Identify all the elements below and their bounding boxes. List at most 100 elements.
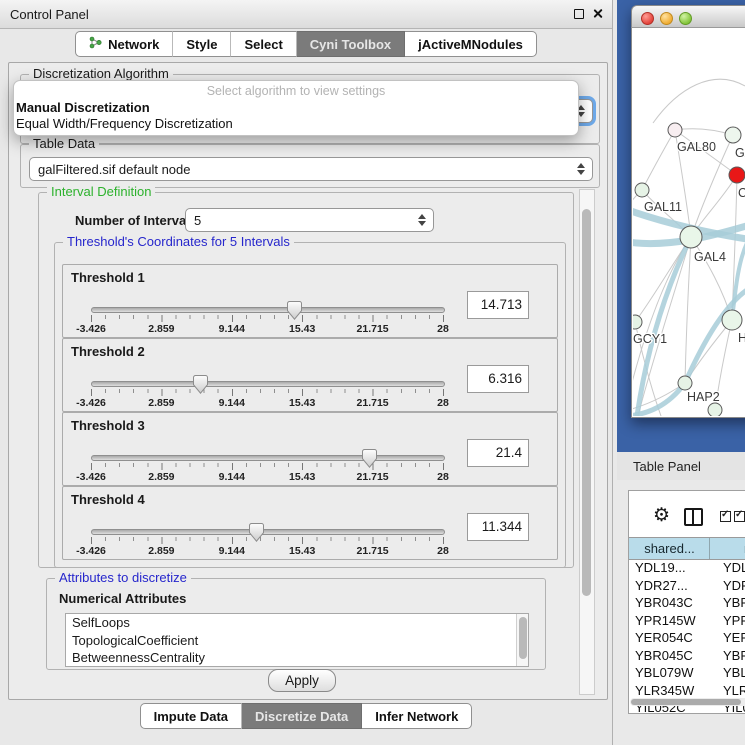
slider-thumb[interactable]: [287, 301, 302, 320]
list-item[interactable]: SelfLoops: [66, 614, 528, 632]
network-node-gal4[interactable]: [680, 226, 702, 248]
tab-cyni-toolbox[interactable]: Cyni Toolbox: [297, 31, 405, 57]
content-scrollbar[interactable]: [579, 189, 595, 695]
table-row[interactable]: YBL079W YBL0: [629, 664, 745, 682]
network-node-h[interactable]: [722, 310, 742, 330]
tick-label: 28: [437, 397, 449, 409]
network-view-window[interactable]: GAL80 GA C GAL11 GAL4 GCY1 H HAP2: [631, 5, 745, 418]
table-cell[interactable]: YPR1: [723, 612, 745, 630]
tick-label: 2.859: [148, 397, 174, 409]
table-data-combobox[interactable]: galFiltered.sif default node: [29, 157, 593, 181]
table-cell[interactable]: YBR0: [723, 647, 745, 665]
tab-jactivemnodules[interactable]: jActiveMNodules: [405, 31, 537, 57]
table-row[interactable]: YDR27... YDR2: [629, 577, 745, 595]
tab-select[interactable]: Select: [231, 31, 296, 57]
table-horizontal-scrollbar[interactable]: [630, 698, 745, 706]
table-cell[interactable]: YBR0: [723, 594, 745, 612]
network-node-red[interactable]: [729, 167, 745, 183]
scrollbar-thumb[interactable]: [519, 617, 527, 659]
table-cell[interactable]: YBR045C: [635, 647, 693, 665]
tab-style[interactable]: Style: [173, 31, 231, 57]
tab-infer-network[interactable]: Infer Network: [362, 703, 472, 729]
threshold-4-value-field[interactable]: 11.344: [467, 513, 529, 541]
table-row[interactable]: YBR045C YBR0: [629, 647, 745, 665]
table-cell[interactable]: YER054C: [635, 629, 693, 647]
threshold-1-panel: Threshold 1 -3.426 2.859 9.144 15.43 21.…: [62, 264, 558, 338]
popup-option-equal-width[interactable]: Equal Width/Frequency Discretization: [16, 116, 233, 131]
tab-discretize-data[interactable]: Discretize Data: [242, 703, 362, 729]
table-cell[interactable]: YBR043C: [635, 594, 693, 612]
list-item[interactable]: TopologicalCoefficient: [66, 632, 528, 650]
table-cell[interactable]: YBL079W: [635, 664, 694, 682]
threshold-4-slider[interactable]: -3.426 2.859 9.144 15.43 21.715 28: [91, 523, 443, 557]
tab-label: Discretize Data: [255, 709, 348, 724]
network-node-ga[interactable]: [725, 127, 741, 143]
table-cell[interactable]: YPR145W: [635, 612, 696, 630]
column-header-name[interactable]: na: [710, 538, 745, 559]
threshold-1-slider[interactable]: -3.426 2.859 9.144 15.43 21.715 28: [91, 301, 443, 335]
minimize-traffic-light-icon[interactable]: [660, 12, 673, 25]
num-intervals-combobox[interactable]: 5: [185, 208, 434, 232]
float-window-icon[interactable]: [574, 9, 584, 19]
close-traffic-light-icon[interactable]: [641, 12, 654, 25]
table-row[interactable]: YLR345W YLR3: [629, 682, 745, 700]
slider-track[interactable]: [91, 307, 445, 313]
threshold-1-value-field[interactable]: 14.713: [467, 291, 529, 319]
popup-option-manual[interactable]: Manual Discretization: [16, 100, 150, 115]
table-row[interactable]: YPR145W YPR1: [629, 612, 745, 630]
network-canvas[interactable]: GAL80 GA C GAL11 GAL4 GCY1 H HAP2: [631, 28, 745, 418]
table-row[interactable]: YDL19... YDL1: [629, 559, 745, 577]
gear-icon[interactable]: ⚙: [653, 506, 670, 525]
network-node-bottom[interactable]: [708, 403, 722, 416]
table-row[interactable]: YER054C YER0: [629, 629, 745, 647]
threshold-2-value-field[interactable]: 6.316: [467, 365, 529, 393]
tick-label: -3.426: [76, 471, 106, 483]
network-node-gcy1[interactable]: [633, 315, 642, 329]
threshold-title: Threshold 4: [71, 492, 145, 507]
slider-track[interactable]: [91, 381, 445, 387]
checkbox-icon[interactable]: [734, 511, 745, 522]
list-item[interactable]: BetweennessCentrality: [66, 649, 528, 667]
scrollbar-thumb[interactable]: [582, 209, 591, 596]
network-node-gal80[interactable]: [668, 123, 682, 137]
column-header-shared[interactable]: shared...: [630, 538, 710, 559]
threshold-3-slider[interactable]: -3.426 2.859 9.144 15.43 21.715 28: [91, 449, 443, 483]
network-node-hap2[interactable]: [678, 376, 692, 390]
table-cell[interactable]: YDL19...: [635, 559, 686, 577]
table-cell[interactable]: YDL1: [723, 559, 745, 577]
tab-network[interactable]: Network: [75, 31, 173, 57]
slider-thumb[interactable]: [362, 449, 377, 468]
node-table-card: ⚙ shared... na YDL19...YDL1 YDR27...YDR2…: [628, 490, 745, 714]
slider-thumb[interactable]: [193, 375, 208, 394]
network-node-gal11[interactable]: [635, 183, 649, 197]
slider-track[interactable]: [91, 455, 445, 461]
table-cell[interactable]: YLR3: [723, 682, 745, 700]
slider-thumb[interactable]: [249, 523, 264, 542]
slider-track[interactable]: [91, 529, 445, 535]
table-cell[interactable]: YDR2: [723, 577, 745, 595]
threshold-2-slider[interactable]: -3.426 2.859 9.144 15.43 21.715 28: [91, 375, 443, 409]
tab-label: Network: [108, 37, 159, 52]
network-window-titlebar[interactable]: [631, 5, 745, 28]
close-icon[interactable]: [592, 8, 603, 19]
split-columns-icon[interactable]: [684, 508, 703, 526]
threshold-3-panel: Threshold 3 -3.426 2.859 9.144 15.43 21.…: [62, 412, 558, 486]
tick-label: 9.144: [219, 471, 245, 483]
scrollbar-thumb[interactable]: [631, 699, 741, 705]
numerical-attributes-list[interactable]: SelfLoops TopologicalCoefficient Between…: [65, 613, 529, 667]
maximize-traffic-light-icon[interactable]: [679, 12, 692, 25]
list-scrollbar[interactable]: [516, 614, 528, 666]
apply-button[interactable]: Apply: [268, 669, 336, 692]
table-rows: YDL19... YDL1 YDR27... YDR2 YBR043C YBR0 YP…: [629, 559, 745, 717]
table-cell[interactable]: YER0: [723, 629, 745, 647]
tick-label: 9.144: [219, 397, 245, 409]
table-cell[interactable]: YBL0: [723, 664, 745, 682]
tab-impute-data[interactable]: Impute Data: [140, 703, 242, 729]
table-cell[interactable]: YDR27...: [635, 577, 688, 595]
tick-label: 15.43: [289, 397, 315, 409]
table-row[interactable]: YBR043C YBR0: [629, 594, 745, 612]
checkbox-icon[interactable]: [720, 511, 731, 522]
table-cell[interactable]: YLR345W: [635, 682, 694, 700]
tick-label: 21.715: [357, 397, 389, 409]
threshold-3-value-field[interactable]: 21.4: [467, 439, 529, 467]
